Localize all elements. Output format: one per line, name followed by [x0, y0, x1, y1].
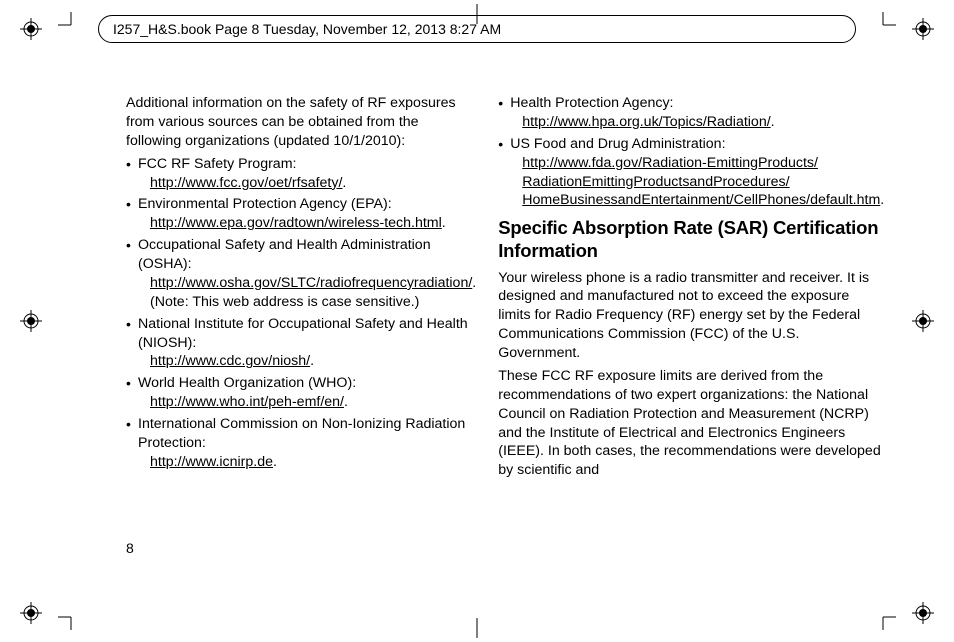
item-label: FCC RF Safety Program: [138, 156, 296, 172]
document-header: I257_H&S.book Page 8 Tuesday, November 1… [98, 15, 856, 43]
page-number: 8 [126, 540, 134, 556]
item-label: US Food and Drug Administration: [510, 136, 725, 152]
item-url[interactable]: http://www.epa.gov/radtown/wireless-tech… [150, 215, 442, 231]
item-url-line[interactable]: http://www.fda.gov/Radiation-EmittingPro… [522, 155, 818, 171]
list-item: National Institute for Occupational Safe… [126, 315, 476, 372]
list-item: Health Protection Agency: http://www.hpa… [498, 94, 884, 132]
list-item: US Food and Drug Administration: http://… [498, 135, 884, 211]
crop-mark [870, 604, 896, 630]
registration-mark-icon [912, 602, 934, 624]
item-url[interactable]: http://www.who.int/peh-emf/en/ [150, 394, 344, 410]
item-url-line[interactable]: HomeBusinessandEntertainment/CellPhones/… [522, 192, 880, 208]
registration-mark-icon [20, 310, 42, 332]
registration-mark-icon [20, 18, 42, 40]
list-item: FCC RF Safety Program: http://www.fcc.go… [126, 155, 476, 193]
item-url[interactable]: http://www.icnirp.de [150, 454, 273, 470]
link-list-right: Health Protection Agency: http://www.hpa… [498, 94, 884, 210]
item-tail: . [310, 353, 314, 369]
column-right: Health Protection Agency: http://www.hpa… [498, 94, 884, 534]
item-label: International Commission on Non-Ionizing… [138, 416, 465, 451]
document-header-text: I257_H&S.book Page 8 Tuesday, November 1… [113, 21, 501, 37]
item-label: Occupational Safety and Health Administr… [138, 237, 431, 272]
item-tail: . [442, 215, 446, 231]
item-url[interactable]: http://www.hpa.org.uk/Topics/Radiation/ [522, 114, 770, 130]
crop-mark [58, 12, 84, 38]
body-paragraph: These FCC RF exposure limits are derived… [498, 367, 884, 480]
link-list-left: FCC RF Safety Program: http://www.fcc.go… [126, 155, 476, 472]
crop-mark [58, 604, 84, 630]
column-left: Additional information on the safety of … [126, 94, 476, 534]
registration-mark-icon [20, 602, 42, 624]
item-url[interactable]: http://www.cdc.gov/niosh/ [150, 353, 310, 369]
list-item: International Commission on Non-Ionizing… [126, 415, 476, 472]
item-tail: . [344, 394, 348, 410]
item-url[interactable]: http://www.fcc.gov/oet/rfsafety/ [150, 175, 342, 191]
item-label: Health Protection Agency: [510, 95, 673, 111]
item-url[interactable]: http://www.osha.gov/SLTC/radiofrequencyr… [150, 275, 472, 291]
item-tail: . [342, 175, 346, 191]
crop-mark [464, 618, 490, 638]
crop-mark [870, 12, 896, 38]
list-item: Environmental Protection Agency (EPA): h… [126, 195, 476, 233]
page-content: Additional information on the safety of … [126, 94, 838, 534]
item-label: Environmental Protection Agency (EPA): [138, 196, 392, 212]
item-tail: . [771, 114, 775, 130]
registration-mark-icon [912, 310, 934, 332]
item-tail: . [880, 192, 884, 208]
intro-paragraph: Additional information on the safety of … [126, 94, 476, 151]
list-item: Occupational Safety and Health Administr… [126, 236, 476, 312]
item-url-line[interactable]: RadiationEmittingProductsandProcedures/ [522, 174, 789, 190]
item-label: National Institute for Occupational Safe… [138, 316, 468, 351]
list-item: World Health Organization (WHO): http://… [126, 374, 476, 412]
registration-mark-icon [912, 18, 934, 40]
body-paragraph: Your wireless phone is a radio transmitt… [498, 269, 884, 363]
item-label: World Health Organization (WHO): [138, 375, 356, 391]
item-tail: . [273, 454, 277, 470]
section-heading: Specific Absorption Rate (SAR) Certifica… [498, 216, 884, 262]
